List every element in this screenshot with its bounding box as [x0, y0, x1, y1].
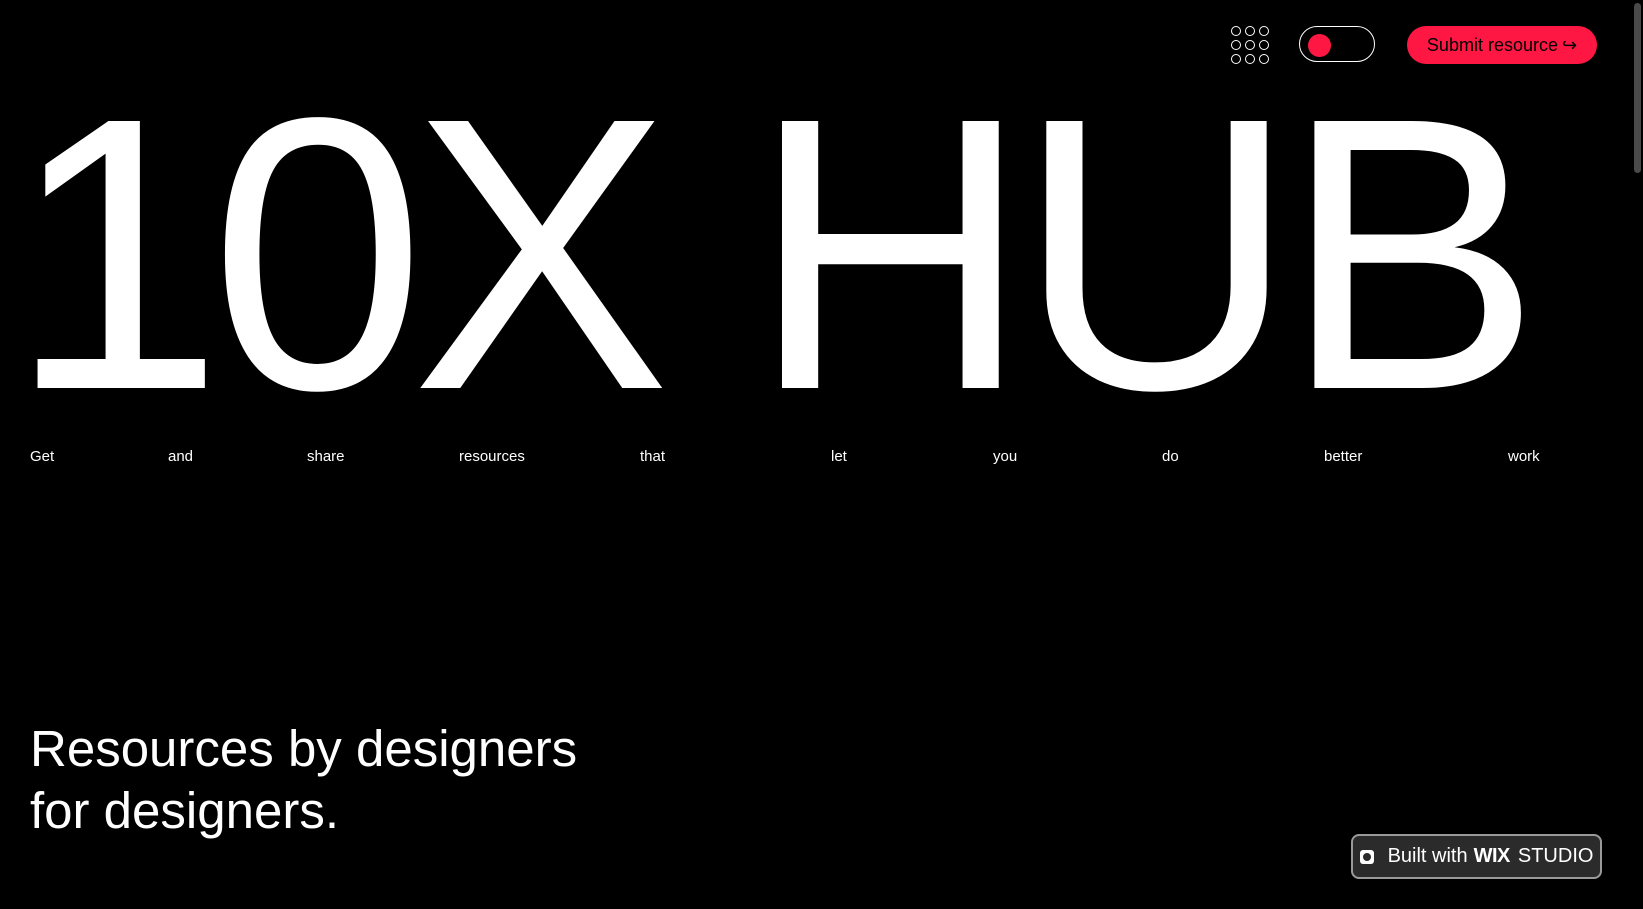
- wix-logo-icon: [1359, 849, 1374, 864]
- tagline-word: that: [640, 448, 666, 465]
- subheading-line: for designers.: [30, 782, 339, 839]
- tagline-word: resources: [459, 448, 525, 465]
- tagline-word: Get: [30, 448, 55, 465]
- subheading-line: Resources by designers: [30, 720, 578, 777]
- tagline: Get and share resources that let you do …: [0, 448, 1643, 470]
- arrow-icon: ↪: [1561, 34, 1578, 55]
- tagline-word: and: [168, 448, 194, 465]
- hero-title: 10X HUB: [8, 38, 1541, 471]
- tagline-word: share: [307, 448, 345, 465]
- tagline-word: do: [1162, 448, 1179, 465]
- menu-dot: [1259, 26, 1269, 36]
- badge-brand-light: STUDIO: [1517, 845, 1594, 867]
- menu-dot: [1245, 26, 1255, 36]
- built-with-badge[interactable]: Built with WIX STUDIO: [1351, 834, 1602, 879]
- subheading: Resources by designers for designers.: [30, 718, 670, 842]
- scrollbar-track: [1631, 0, 1643, 909]
- tagline-word: better: [1324, 448, 1363, 465]
- tagline-word: let: [831, 448, 847, 465]
- tagline-word: you: [993, 448, 1018, 465]
- page: Submit resource ↪ 10X HUB Get and share …: [0, 0, 1643, 909]
- menu-dot: [1231, 26, 1241, 36]
- badge-prefix: Built with: [1387, 845, 1468, 867]
- tagline-word: work: [1508, 448, 1540, 465]
- badge-brand-bold: WIX: [1473, 845, 1511, 867]
- scrollbar-thumb[interactable]: [1634, 3, 1641, 173]
